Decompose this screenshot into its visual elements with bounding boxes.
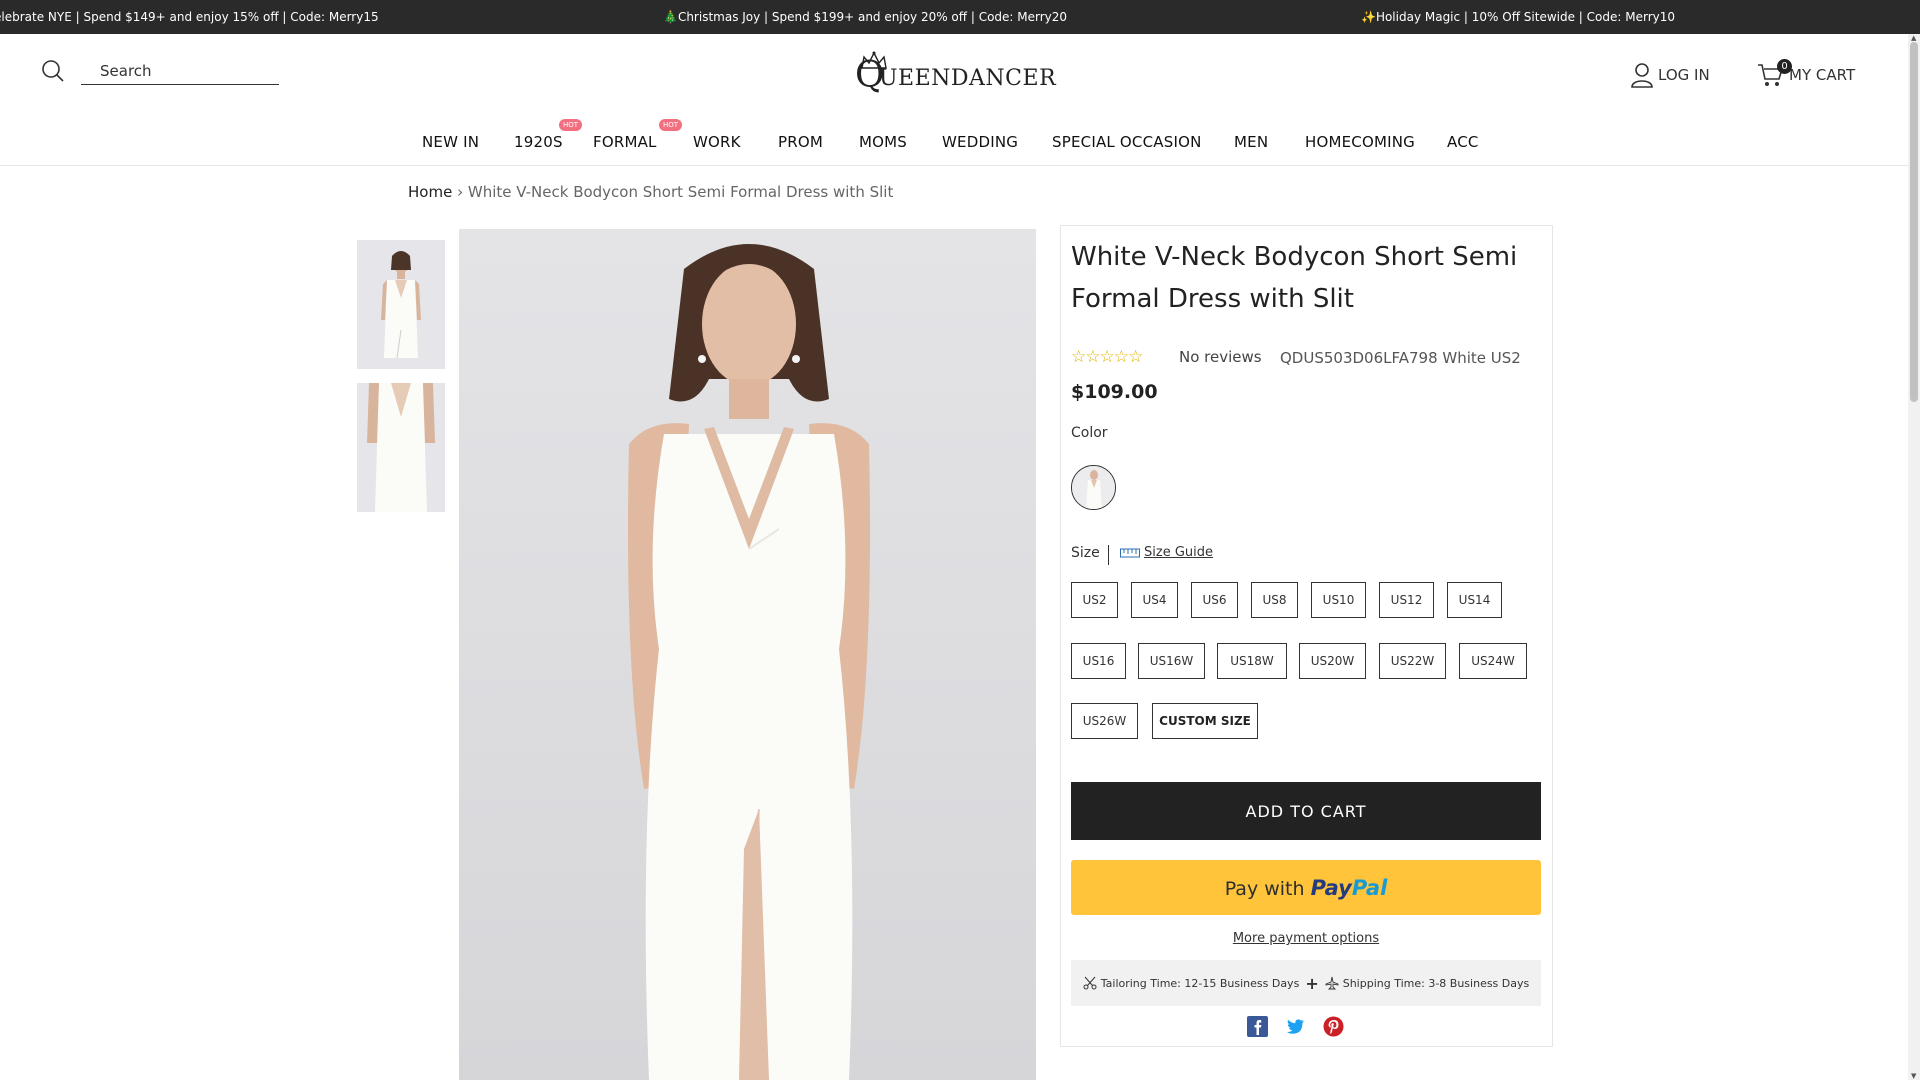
shipping-info: Tailoring Time: 12-15 Business Days + Sh… — [1071, 960, 1541, 1006]
hot-badge: HOT — [559, 119, 583, 131]
size-option[interactable]: US16 — [1071, 643, 1126, 679]
logo-text: UEENDANCER — [879, 66, 1057, 91]
login-link[interactable]: LOG IN — [1630, 62, 1710, 88]
size-option[interactable]: US6 — [1191, 582, 1238, 618]
paypal-button[interactable]: Pay with PayPal — [1071, 860, 1541, 915]
social-share — [1247, 1016, 1344, 1037]
twitter-icon[interactable] — [1285, 1016, 1306, 1037]
main-nav: NEW IN 1920S HOT FORMAL HOT WORK PROM MO… — [0, 119, 1908, 166]
rating-stars[interactable]: ☆☆☆☆☆ — [1071, 347, 1143, 367]
user-icon — [1631, 63, 1653, 88]
size-option[interactable]: US14 — [1447, 582, 1502, 618]
size-option[interactable]: US18W — [1217, 643, 1287, 679]
cart-link[interactable]: 0 MY CART — [1757, 59, 1856, 88]
paypal-prefix: Pay with — [1224, 877, 1305, 900]
size-option[interactable]: US10 — [1311, 582, 1366, 618]
cart-count-badge: 0 — [1777, 59, 1792, 74]
size-option[interactable]: US12 — [1379, 582, 1434, 618]
size-option[interactable]: US8 — [1251, 582, 1298, 618]
size-guide-label: Size Guide — [1144, 545, 1213, 560]
announcement-item: elebrate NYE | Spend $149+ and enjoy 15%… — [0, 10, 379, 24]
scissors-icon — [1083, 976, 1097, 990]
product-thumbnail[interactable] — [357, 383, 445, 512]
logo[interactable]: Q UEENDANCER — [855, 50, 1057, 102]
tailoring-time: Tailoring Time: 12-15 Business Days — [1100, 976, 1300, 990]
size-option[interactable]: US4 — [1131, 582, 1178, 618]
scroll-up-arrow[interactable]: ▲ — [1911, 34, 1916, 42]
nav-item-special-occasion[interactable]: SPECIAL OCCASION — [1052, 133, 1202, 151]
size-label: Size — [1071, 545, 1100, 561]
breadcrumb: Home › White V-Neck Bodycon Short Semi F… — [408, 183, 893, 201]
nav-item-formal[interactable]: FORMAL — [593, 133, 657, 151]
search-icon[interactable] — [41, 59, 65, 83]
announcement-item: ✨Holiday Magic | 10% Off Sitewide | Code… — [1361, 10, 1676, 24]
size-option[interactable]: US2 — [1071, 582, 1118, 618]
breadcrumb-separator: › — [457, 183, 464, 201]
plus-sign: + — [1305, 973, 1319, 993]
nav-item-prom[interactable]: PROM — [778, 133, 823, 151]
size-option[interactable]: US26W — [1071, 703, 1138, 739]
scroll-down-arrow[interactable]: ▼ — [1911, 1072, 1916, 1080]
size-divider — [1108, 545, 1109, 565]
color-label: Color — [1071, 425, 1108, 441]
airplane-icon — [1325, 976, 1339, 990]
nav-item-wedding[interactable]: WEDDING — [942, 133, 1018, 151]
size-option[interactable]: US16W — [1138, 643, 1205, 679]
product-main-image[interactable] — [459, 229, 1036, 1080]
announcement-item: 🎄Christmas Joy | Spend $199+ and enjoy 2… — [663, 10, 1068, 24]
nav-item-moms[interactable]: MOMS — [859, 133, 907, 151]
cart-label: MY CART — [1789, 66, 1856, 84]
size-option[interactable]: US22W — [1379, 643, 1446, 679]
size-option[interactable]: US20W — [1299, 643, 1366, 679]
breadcrumb-current: White V-Neck Bodycon Short Semi Formal D… — [467, 183, 894, 201]
facebook-icon[interactable] — [1247, 1016, 1268, 1037]
nav-item-homecoming[interactable]: HOMECOMING — [1305, 133, 1415, 151]
add-to-cart-button[interactable]: ADD TO CART — [1071, 782, 1541, 840]
search-input[interactable] — [81, 58, 279, 85]
hot-badge: HOT — [659, 119, 683, 131]
scrollbar-thumb[interactable] — [1910, 42, 1918, 402]
nav-item-men[interactable]: MEN — [1234, 133, 1268, 151]
product-sku: QDUS503D06LFA798 White US2 — [1280, 349, 1521, 367]
size-option[interactable]: US24W — [1459, 643, 1527, 679]
ruler-icon — [1120, 548, 1140, 557]
product-thumbnail[interactable] — [357, 240, 445, 369]
login-label: LOG IN — [1658, 66, 1710, 84]
paypal-logo-pay: Pay — [1310, 875, 1352, 900]
pinterest-icon[interactable] — [1323, 1016, 1344, 1037]
custom-size-option[interactable]: CUSTOM SIZE — [1152, 703, 1258, 739]
nav-item-work[interactable]: WORK — [693, 133, 741, 151]
nav-item-new-in[interactable]: NEW IN — [422, 133, 479, 151]
shipping-time: Shipping Time: 3-8 Business Days — [1342, 976, 1530, 990]
nav-item-1920s[interactable]: 1920S — [514, 133, 563, 151]
page-scrollbar[interactable]: ▲ ▼ — [1908, 34, 1920, 1080]
breadcrumb-home[interactable]: Home — [408, 183, 452, 201]
paypal-logo-pal: Pal — [1351, 875, 1388, 900]
size-guide-link[interactable]: Size Guide — [1120, 545, 1213, 560]
reviews-count[interactable]: No reviews — [1179, 348, 1262, 366]
product-price: $109.00 — [1071, 381, 1158, 403]
announcement-bar: elebrate NYE | Spend $149+ and enjoy 15%… — [0, 0, 1920, 34]
nav-item-acc[interactable]: ACC — [1447, 133, 1479, 151]
more-payment-options-link[interactable]: More payment options — [1071, 931, 1541, 946]
product-title: White V-Neck Bodycon Short Semi Formal D… — [1071, 242, 1518, 314]
color-swatch[interactable] — [1071, 465, 1116, 510]
